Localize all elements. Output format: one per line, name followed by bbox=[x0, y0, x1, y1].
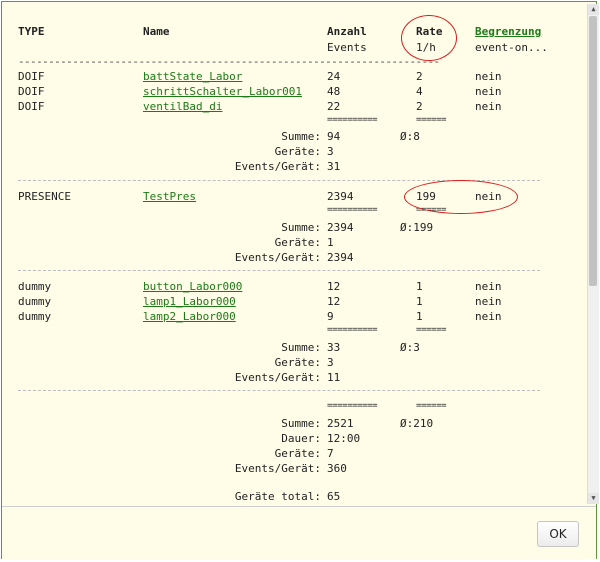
row-begrenzung: nein bbox=[475, 280, 502, 293]
device-link[interactable]: lamp2_Labor000 bbox=[143, 310, 236, 323]
col-header-type: TYPE bbox=[18, 25, 45, 38]
col-header-begrenzung-link[interactable]: Begrenzung bbox=[475, 25, 541, 38]
avg-rate: Ø:3 bbox=[400, 341, 420, 354]
events-per-device-value: 31 bbox=[327, 160, 341, 173]
row-anzahl: 12 bbox=[327, 295, 341, 308]
row-rate: 4 bbox=[416, 85, 423, 98]
eq-separator-rate: ====== bbox=[416, 325, 447, 335]
row-anzahl: 9 bbox=[327, 310, 334, 323]
device-link[interactable]: battState_Labor bbox=[143, 70, 242, 83]
eq-separator-rate: ====== bbox=[416, 401, 447, 411]
row-type: dummy bbox=[18, 280, 52, 293]
summe-label: Summe: bbox=[281, 221, 321, 234]
row-rate: 1 bbox=[416, 310, 423, 323]
geraete-total-value: 65 bbox=[327, 490, 341, 503]
device-link[interactable]: lamp1_Labor000 bbox=[143, 295, 236, 308]
row-begrenzung: nein bbox=[475, 100, 502, 113]
group-divider bbox=[18, 180, 540, 181]
total-events-per-device-value: 360 bbox=[327, 462, 347, 475]
col-header-rate-sub: 1/h bbox=[416, 41, 436, 54]
row-rate: 1 bbox=[416, 295, 423, 308]
geraete-value: 3 bbox=[327, 356, 334, 369]
eq-separator-anzahl: ========== bbox=[327, 401, 378, 411]
events-per-device-value: 2394 bbox=[327, 251, 354, 264]
row-type: PRESENCE bbox=[18, 190, 71, 203]
avg-rate: Ø:8 bbox=[400, 130, 420, 143]
row-begrenzung: nein bbox=[475, 310, 502, 323]
row-anzahl: 22 bbox=[327, 100, 341, 113]
events-per-device-label: Events/Gerät: bbox=[234, 160, 321, 173]
total-geraete-label: Geräte: bbox=[274, 447, 321, 460]
statistics-content: TYPE Name Anzahl Events Rate 1/h Begrenz… bbox=[4, 4, 584, 504]
device-link[interactable]: TestPres bbox=[143, 190, 196, 203]
dauer-label: Dauer: bbox=[281, 432, 321, 445]
row-type: dummy bbox=[18, 310, 52, 323]
row-anzahl: 12 bbox=[327, 280, 341, 293]
col-header-rate: Rate bbox=[416, 25, 443, 38]
col-header-begrenzung-sub: event-on... bbox=[475, 41, 548, 54]
eq-separator-anzahl: ========== bbox=[327, 325, 378, 335]
col-header-anzahl: Anzahl bbox=[327, 25, 367, 38]
summe-label: Summe: bbox=[281, 341, 321, 354]
events-per-device-label: Events/Gerät: bbox=[234, 371, 321, 384]
col-header-name: Name bbox=[143, 25, 170, 38]
geraete-label: Geräte: bbox=[274, 236, 321, 249]
row-rate: 199 bbox=[416, 190, 436, 203]
geraete-value: 1 bbox=[327, 236, 334, 249]
row-begrenzung: nein bbox=[475, 190, 502, 203]
total-events-per-device-label: Events/Gerät: bbox=[234, 462, 321, 475]
summe-value: 2394 bbox=[327, 221, 354, 234]
eq-separator-anzahl: ========== bbox=[327, 205, 378, 215]
ok-button[interactable]: OK bbox=[537, 521, 579, 547]
row-anzahl: 2394 bbox=[327, 190, 354, 203]
row-anzahl: 24 bbox=[327, 70, 341, 83]
eq-separator-rate: ====== bbox=[416, 205, 447, 215]
row-rate: 2 bbox=[416, 70, 423, 83]
scroll-down-arrow-icon[interactable]: ▼ bbox=[588, 493, 599, 504]
row-type: DOIF bbox=[18, 100, 45, 113]
row-type: DOIF bbox=[18, 85, 45, 98]
dialog-footer: OK bbox=[2, 506, 596, 559]
row-begrenzung: nein bbox=[475, 85, 502, 98]
row-rate: 2 bbox=[416, 100, 423, 113]
row-type: dummy bbox=[18, 295, 52, 308]
geraete-label: Geräte: bbox=[274, 356, 321, 369]
summe-value: 94 bbox=[327, 130, 341, 143]
row-begrenzung: nein bbox=[475, 295, 502, 308]
device-link[interactable]: ventilBad_di bbox=[143, 100, 222, 113]
events-per-device-value: 11 bbox=[327, 371, 341, 384]
geraete-total-label: Geräte total: bbox=[234, 490, 321, 503]
row-rate: 1 bbox=[416, 280, 423, 293]
avg-rate: Ø:199 bbox=[400, 221, 434, 234]
device-link[interactable]: schrittSchalter_Labor001 bbox=[143, 85, 302, 98]
total-summe-label: Summe: bbox=[281, 417, 321, 430]
eq-separator-rate: ====== bbox=[416, 115, 447, 125]
vertical-scrollbar[interactable]: ▲ ▼ bbox=[587, 4, 599, 504]
total-summe-value: 2521 bbox=[327, 417, 354, 430]
summe-label: Summe: bbox=[281, 130, 321, 143]
total-avg-rate: Ø:210 bbox=[400, 417, 434, 430]
group-divider bbox=[18, 270, 540, 271]
device-link[interactable]: button_Labor000 bbox=[143, 280, 242, 293]
header-separator: ----------------------------------------… bbox=[18, 55, 440, 68]
scrollbar-thumb[interactable] bbox=[589, 16, 597, 286]
row-type: DOIF bbox=[18, 70, 45, 83]
col-header-anzahl-sub: Events bbox=[327, 41, 367, 54]
geraete-label: Geräte: bbox=[274, 145, 321, 158]
summe-value: 33 bbox=[327, 341, 341, 354]
group-divider bbox=[18, 390, 540, 391]
event-statistics-dialog: TYPE Name Anzahl Events Rate 1/h Begrenz… bbox=[1, 1, 599, 559]
dauer-value: 12:00 bbox=[327, 432, 361, 445]
row-begrenzung: nein bbox=[475, 70, 502, 83]
total-geraete-value: 7 bbox=[327, 447, 334, 460]
scroll-up-arrow-icon[interactable]: ▲ bbox=[588, 4, 599, 15]
geraete-value: 3 bbox=[327, 145, 334, 158]
events-per-device-label: Events/Gerät: bbox=[234, 251, 321, 264]
row-anzahl: 48 bbox=[327, 85, 341, 98]
eq-separator-anzahl: ========== bbox=[327, 115, 378, 125]
